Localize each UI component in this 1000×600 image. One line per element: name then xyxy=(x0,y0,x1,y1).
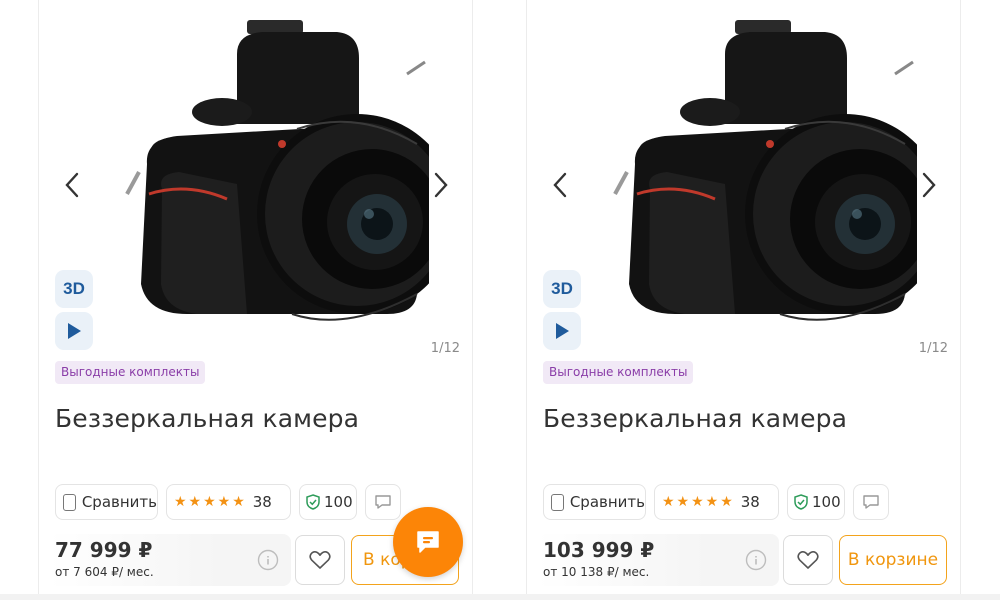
checkbox-icon xyxy=(63,493,76,511)
rating-chip[interactable]: ★★★★★ 38 xyxy=(166,484,291,520)
product-image[interactable] xyxy=(575,14,917,354)
product-gallery[interactable]: 3D 1/12 xyxy=(39,0,474,360)
gallery-counter: 1/12 xyxy=(918,341,948,356)
comment-icon xyxy=(375,495,391,509)
view-3d-label: 3D xyxy=(551,279,573,298)
reliability-chip[interactable]: 100 xyxy=(299,484,357,520)
wishlist-button[interactable] xyxy=(295,535,345,585)
chat-icon xyxy=(417,531,439,553)
product-image[interactable] xyxy=(87,14,429,354)
product-title[interactable]: Беззеркальная камера xyxy=(55,404,359,433)
price-block: 77 999 ₽ от 7 604 ₽/ мес. xyxy=(49,534,291,586)
heart-icon xyxy=(309,551,331,569)
gallery-next-button[interactable] xyxy=(914,168,944,202)
info-icon[interactable] xyxy=(745,549,767,571)
compare-label: Сравнить xyxy=(569,493,645,511)
product-title[interactable]: Беззеркальная камера xyxy=(543,404,847,433)
view-3d-button[interactable]: 3D xyxy=(543,270,581,308)
chevron-left-icon xyxy=(65,172,79,198)
checkbox-icon xyxy=(551,493,564,511)
gallery-prev-button[interactable] xyxy=(545,168,575,202)
chevron-right-icon xyxy=(922,172,936,198)
play-video-button[interactable] xyxy=(543,312,581,350)
installment-price[interactable]: от 7 604 ₽/ мес. xyxy=(55,565,154,579)
star-rating-icon: ★★★★★ xyxy=(662,494,735,510)
product-card[interactable]: 3D 1/12 Выгодные комплекты Беззеркальная… xyxy=(526,0,961,600)
gallery-prev-button[interactable] xyxy=(57,168,87,202)
compare-checkbox[interactable]: Сравнить xyxy=(543,484,646,520)
bottom-divider xyxy=(0,594,1000,600)
play-icon xyxy=(556,323,569,339)
price-block: 103 999 ₽ от 10 138 ₽/ мес. xyxy=(537,534,779,586)
comment-icon xyxy=(863,495,879,509)
rating-count: 38 xyxy=(740,493,760,511)
compare-label: Сравнить xyxy=(81,493,157,511)
comments-button[interactable] xyxy=(853,484,889,520)
star-rating-icon: ★★★★★ xyxy=(174,494,247,510)
product-card[interactable]: 3D 1/12 Выгодные комплекты Беззеркальная… xyxy=(38,0,473,600)
shield-check-icon xyxy=(306,494,320,510)
play-icon xyxy=(68,323,81,339)
promo-tag[interactable]: Выгодные комплекты xyxy=(543,361,694,384)
play-video-button[interactable] xyxy=(55,312,93,350)
chevron-right-icon xyxy=(434,172,448,198)
reliability-value: 100 xyxy=(324,493,353,511)
rating-chip[interactable]: ★★★★★ 38 xyxy=(654,484,779,520)
reliability-chip[interactable]: 100 xyxy=(787,484,845,520)
product-gallery[interactable]: 3D 1/12 xyxy=(527,0,962,360)
promo-tag[interactable]: Выгодные комплекты xyxy=(55,361,206,384)
chevron-left-icon xyxy=(553,172,567,198)
chat-button[interactable] xyxy=(393,507,463,577)
gallery-counter: 1/12 xyxy=(430,341,460,356)
wishlist-button[interactable] xyxy=(783,535,833,585)
installment-price[interactable]: от 10 138 ₽/ мес. xyxy=(543,565,649,579)
compare-checkbox[interactable]: Сравнить xyxy=(55,484,158,520)
rating-count: 38 xyxy=(252,493,272,511)
view-3d-button[interactable]: 3D xyxy=(55,270,93,308)
info-icon[interactable] xyxy=(257,549,279,571)
heart-icon xyxy=(797,551,819,569)
price: 103 999 ₽ xyxy=(543,538,655,562)
reliability-value: 100 xyxy=(812,493,841,511)
comments-button[interactable] xyxy=(365,484,401,520)
view-3d-label: 3D xyxy=(63,279,85,298)
gallery-next-button[interactable] xyxy=(426,168,456,202)
price: 77 999 ₽ xyxy=(55,538,153,562)
in-cart-button[interactable]: В корзине xyxy=(839,535,947,585)
shield-check-icon xyxy=(794,494,808,510)
